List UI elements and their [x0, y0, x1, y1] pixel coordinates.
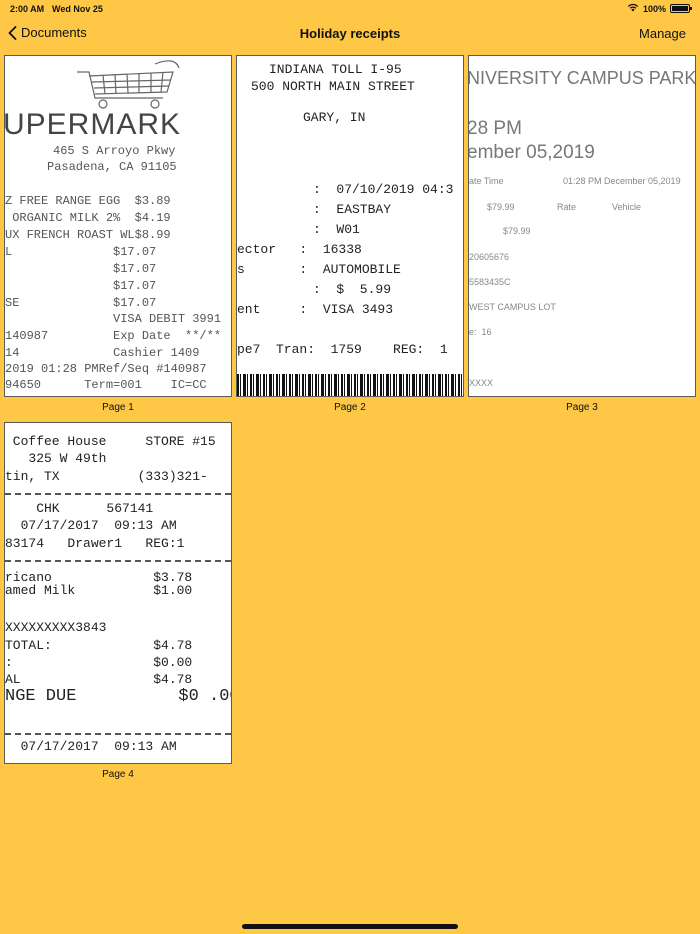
receipt-line: 01:28 PM December 05,2019	[563, 176, 681, 186]
divider	[5, 493, 231, 495]
receipt-line: 94650 Term=001 IC=CC	[5, 378, 207, 392]
wifi-icon	[627, 3, 639, 14]
status-date: Wed Nov 25	[52, 4, 103, 14]
page-title: Holiday receipts	[299, 26, 401, 41]
page-label: Page 2	[334, 402, 366, 413]
status-time: 2:00 AM	[10, 4, 45, 14]
receipt-line: UX FRENCH ROAST WL$8.99	[5, 228, 171, 242]
receipt-line: ate Time	[469, 176, 504, 186]
receipt-line: 140987 Exp Date **/**	[5, 329, 222, 343]
receipt-line: tin, TX (333)321-	[5, 469, 208, 484]
receipt-line: pe7 Tran: 1759 REG: 1	[237, 342, 448, 357]
receipt-line: e: 16	[469, 327, 492, 337]
page-label: Page 3	[566, 402, 598, 413]
shopping-cart-logo-icon	[77, 60, 180, 109]
receipt-line: AL $4.78	[5, 672, 193, 687]
receipt-line: VISA DEBIT 3991	[5, 312, 222, 326]
battery-icon	[670, 4, 692, 13]
receipt-line: 28 PM	[468, 118, 522, 139]
back-button-label: Documents	[21, 25, 87, 40]
receipt-line: Pasadena, CA 91105	[47, 160, 177, 174]
navigation-bar: Documents Holiday receipts Manage	[0, 18, 700, 50]
receipt-line: WEST CAMPUS LOT	[469, 302, 556, 312]
page-thumbnail-3[interactable]: NIVERSITY CAMPUS PARKIN 28 PM ember 05,2…	[468, 55, 696, 397]
battery-percent: 100%	[642, 3, 666, 14]
receipt-store-name: UPERMARK	[4, 108, 182, 141]
receipt-line: : $ 5.99	[313, 282, 392, 297]
receipt-line: 07/17/2017 09:13 AM	[5, 739, 177, 754]
receipt-line: Rate	[557, 202, 577, 212]
receipt-line: ORGANIC MILK 2% $4.19	[5, 211, 171, 225]
receipt-line: ent : VISA 3493	[237, 302, 394, 317]
manage-button[interactable]: Manage	[639, 26, 686, 41]
receipt-line: : 07/10/2019 04:3	[313, 182, 454, 197]
receipt-line: Coffee House STORE #15	[5, 434, 216, 449]
receipt-line: INDIANA TOLL I-95	[269, 62, 402, 77]
receipt-line: TOTAL: $4.78	[5, 638, 193, 653]
page-thumbnail-2[interactable]: INDIANA TOLL I-95 500 NORTH MAIN STREET …	[236, 55, 464, 397]
receipt-line: $17.07	[5, 279, 157, 293]
receipt-line: amed Milk $1.00	[5, 583, 193, 598]
status-indicators: 100%	[627, 3, 692, 14]
back-button[interactable]: Documents	[8, 25, 87, 40]
page-label: Page 4	[102, 769, 134, 780]
receipt-line: : $0.00	[5, 655, 193, 670]
receipt-line: 2019 01:28 PMRef/Seq #140987	[5, 362, 207, 376]
receipt-line: : W01	[313, 222, 360, 237]
divider	[5, 733, 231, 735]
page-label: Page 1	[102, 402, 134, 413]
receipt-line: 07/17/2017 09:13 AM	[5, 518, 177, 533]
home-indicator[interactable]	[242, 924, 458, 929]
receipt-line: XXXX	[469, 378, 494, 388]
receipt-line: Vehicle	[612, 202, 642, 212]
receipt-line: $79.99	[487, 202, 515, 212]
receipt-line: NIVERSITY CAMPUS PARKIN	[468, 68, 696, 88]
receipt-line: XXXXXXXXX3843	[5, 620, 107, 635]
receipt-line: $79.99	[503, 226, 531, 236]
status-bar: 2:00 AM Wed Nov 25 100%	[0, 0, 700, 18]
divider	[5, 560, 231, 562]
receipt-line: ector : 16338	[237, 242, 362, 257]
receipt-line: : EASTBAY	[313, 202, 392, 217]
receipt-line: 325 W 49th	[5, 451, 107, 466]
page-thumbnail-4[interactable]: Coffee House STORE #15 325 W 49th tin, T…	[4, 422, 232, 764]
receipt-line: GARY, IN	[303, 110, 366, 125]
receipt-line: 5583435C	[469, 277, 511, 287]
page-thumbnail-1[interactable]: UPERMARK 465 S Arroyo Pkwy Pasadena, CA …	[4, 55, 232, 397]
receipt-line: 14 Cashier 1409	[5, 346, 200, 360]
receipt-line: Z FREE RANGE EGG $3.89	[5, 194, 171, 208]
receipt-line: 500 NORTH MAIN STREET	[251, 79, 415, 94]
receipt-line: 83174 Drawer1 REG:1	[5, 536, 185, 551]
barcode	[237, 374, 463, 396]
receipt-line: NGE DUE $0 .00	[5, 687, 232, 706]
receipt-line: CHK 567141	[5, 501, 154, 516]
receipt-line: 20605676	[469, 252, 510, 262]
receipt-line: L $17.07	[5, 245, 157, 259]
receipt-line: s : AUTOMOBILE	[237, 262, 401, 277]
chevron-left-icon	[8, 25, 17, 40]
receipt-line: SE $17.07	[5, 296, 157, 310]
receipt-line: 465 S Arroyo Pkwy	[53, 144, 176, 158]
receipt-line: ember 05,2019	[468, 142, 595, 163]
receipt-line: $17.07	[5, 262, 157, 276]
